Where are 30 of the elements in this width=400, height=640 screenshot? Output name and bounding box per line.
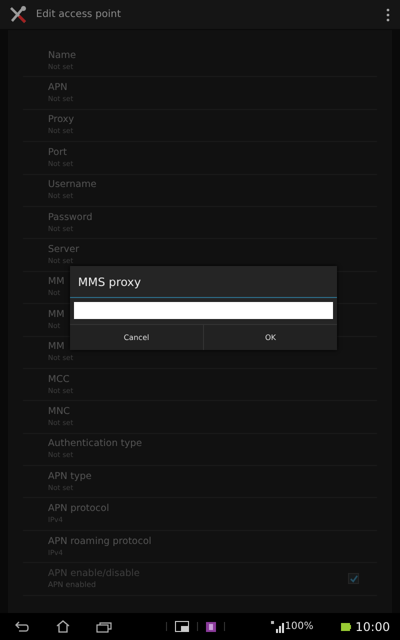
tools-icon [8,4,28,24]
window-icon[interactable] [175,621,189,632]
setting-title: Proxy [48,114,74,126]
signal-icon [270,620,285,632]
setting-title: Password [48,212,92,224]
setting-title: MM [48,276,64,288]
battery-icon [341,622,352,630]
setting-title: MNC [48,406,70,418]
dialog-title: MMS proxy [70,266,337,298]
setting-title: Name [48,50,76,62]
setting-title: MCC [48,374,70,386]
setting-title: MM [48,341,64,354]
setting-title: APN protocol [48,503,110,516]
setting-title: Authentication type [48,438,142,450]
app-icon[interactable] [206,622,216,632]
setting-title: APN [48,82,68,94]
setting-title: MM [48,308,64,321]
recent-apps-icon[interactable] [96,620,112,632]
clock: 10:00 [355,620,390,634]
overflow-menu-icon[interactable] [386,8,390,22]
back-icon[interactable] [14,620,30,632]
battery-level: 100% [284,621,314,632]
screen-title: Edit access point [36,9,122,20]
setting-title: APN type [48,470,92,483]
home-icon[interactable] [56,620,70,633]
setting-title: APN roaming protocol [48,536,152,548]
input-field[interactable] [74,302,333,319]
setting-title: Server [48,244,80,256]
setting-title: Username [48,179,96,192]
setting-title: Port [48,146,67,159]
